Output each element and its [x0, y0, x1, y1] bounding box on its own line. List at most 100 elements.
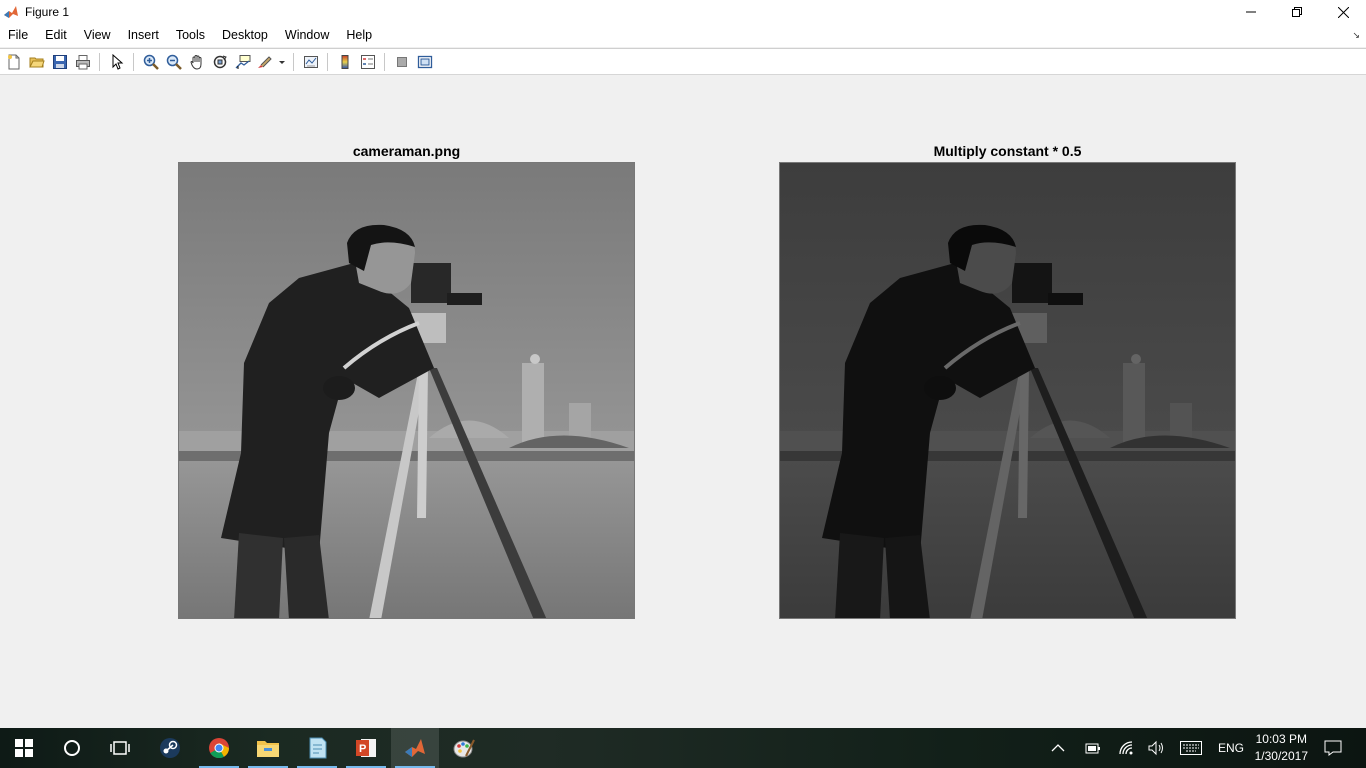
axes-title-left: cameraman.png: [352, 143, 461, 159]
zoom-out-icon: [166, 54, 182, 70]
taskbar: P ENG 10:03 PM 1/30/2017: [0, 728, 1366, 768]
windows-logo-icon: [15, 739, 33, 757]
menu-help[interactable]: Help: [338, 24, 381, 47]
paint-icon: [453, 739, 475, 758]
show-plot-tools-button[interactable]: [413, 51, 436, 73]
chevron-up-icon: [1051, 744, 1065, 752]
action-center-button[interactable]: [1324, 728, 1342, 768]
taskbar-app-chrome[interactable]: [195, 728, 243, 768]
minimize-button[interactable]: [1228, 0, 1274, 24]
menu-bar: File Edit View Insert Tools Desktop Wind…: [0, 24, 1366, 47]
menu-view[interactable]: View: [76, 24, 120, 47]
folder-icon: [257, 741, 279, 757]
rotate-3d-button[interactable]: [208, 51, 231, 73]
system-clock[interactable]: 10:03 PM 1/30/2017: [1255, 731, 1308, 765]
image-axes-left[interactable]: [178, 162, 635, 619]
notepad-icon: [309, 737, 327, 759]
print-button[interactable]: [71, 51, 94, 73]
cortana-button[interactable]: [48, 728, 96, 768]
insert-colorbar-button[interactable]: [333, 51, 356, 73]
data-cursor-icon: [235, 54, 250, 69]
legend-icon: [360, 54, 375, 69]
task-view-button[interactable]: [96, 728, 144, 768]
brush-button[interactable]: [254, 51, 288, 73]
hide-plot-tools-button[interactable]: [390, 51, 413, 73]
battery-tray[interactable]: [1085, 728, 1101, 768]
folder-open-icon: [28, 57, 45, 67]
pan-button[interactable]: [185, 51, 208, 73]
matlab-icon: [405, 739, 425, 757]
insert-legend-button[interactable]: [356, 51, 379, 73]
cortana-icon: [64, 740, 80, 756]
menu-file[interactable]: File: [0, 24, 37, 47]
input-language[interactable]: ENG: [1218, 728, 1244, 768]
network-tray[interactable]: [1118, 728, 1134, 768]
clock-date: 1/30/2017: [1254, 749, 1308, 763]
image-axes-right[interactable]: [779, 162, 1236, 619]
colorbar-icon: [341, 54, 348, 69]
printer-icon: [75, 54, 90, 69]
data-cursor-button[interactable]: [231, 51, 254, 73]
taskbar-app-paint[interactable]: [440, 728, 488, 768]
close-button[interactable]: [1320, 0, 1366, 24]
keyboard-icon: [1180, 741, 1202, 755]
menu-edit[interactable]: Edit: [37, 24, 76, 47]
start-button[interactable]: [0, 728, 48, 768]
glove: [323, 376, 355, 400]
touch-keyboard-tray[interactable]: [1180, 728, 1202, 768]
camera-body: [1012, 263, 1052, 303]
menu-desktop[interactable]: Desktop: [214, 24, 277, 47]
dock-arrow-icon[interactable]: ↘: [1352, 30, 1360, 41]
toolbar-separator: [327, 52, 328, 71]
taskbar-app-matlab[interactable]: [391, 728, 439, 768]
battery-icon: [1085, 743, 1100, 754]
menu-window[interactable]: Window: [277, 24, 338, 47]
restore-icon: [1292, 7, 1302, 17]
menu-tools[interactable]: Tools: [168, 24, 214, 47]
leg: [234, 533, 283, 618]
speaker-icon: [1148, 740, 1163, 756]
show-hidden-icons-button[interactable]: [1051, 728, 1065, 768]
clock-time: 10:03 PM: [1255, 732, 1307, 746]
new-file-icon: [7, 54, 19, 69]
taskbar-app-powerpoint[interactable]: P: [342, 728, 390, 768]
open-file-button[interactable]: [25, 51, 48, 73]
zoom-out-button[interactable]: [162, 51, 185, 73]
minimize-icon: [1246, 11, 1256, 13]
brush-icon: [258, 55, 285, 68]
figure-canvas: cameraman.png Multiply constant * 0.5: [0, 76, 1366, 728]
save-button[interactable]: [48, 51, 71, 73]
new-figure-button[interactable]: [2, 51, 25, 73]
powerpoint-icon: P: [356, 739, 376, 757]
hide-plot-tools-icon: [396, 56, 407, 67]
camera-lens: [447, 293, 482, 305]
restore-button[interactable]: [1274, 0, 1320, 24]
wifi-icon: [1119, 741, 1133, 755]
toolbar-separator: [384, 52, 385, 71]
notification-icon: [1324, 740, 1342, 756]
show-plot-tools-icon: [417, 55, 432, 68]
close-icon: [1337, 6, 1349, 18]
tower-top: [530, 354, 540, 364]
matlab-app-icon: [4, 6, 18, 18]
svg-text:P: P: [359, 743, 366, 755]
taskbar-app-steam[interactable]: [146, 728, 194, 768]
window-title: Figure 1: [25, 5, 70, 19]
camera-lens: [1048, 293, 1083, 305]
taskbar-app-file-explorer[interactable]: [244, 728, 292, 768]
zoom-in-button[interactable]: [139, 51, 162, 73]
chrome-icon: [209, 738, 230, 759]
link-plot-button[interactable]: [299, 51, 322, 73]
cameraman-image: [179, 163, 634, 618]
volume-tray[interactable]: [1148, 728, 1166, 768]
menu-insert[interactable]: Insert: [120, 24, 168, 47]
task-view-icon: [110, 741, 130, 755]
tower: [1123, 363, 1145, 443]
edit-plot-button[interactable]: [105, 51, 128, 73]
toolbar-separator: [133, 52, 134, 71]
toolbar-separator: [293, 52, 294, 71]
tower: [522, 363, 544, 443]
taskbar-app-notepad[interactable]: [293, 728, 341, 768]
cameraman-dimmed-image: [780, 163, 1235, 618]
camera-body: [411, 263, 451, 303]
